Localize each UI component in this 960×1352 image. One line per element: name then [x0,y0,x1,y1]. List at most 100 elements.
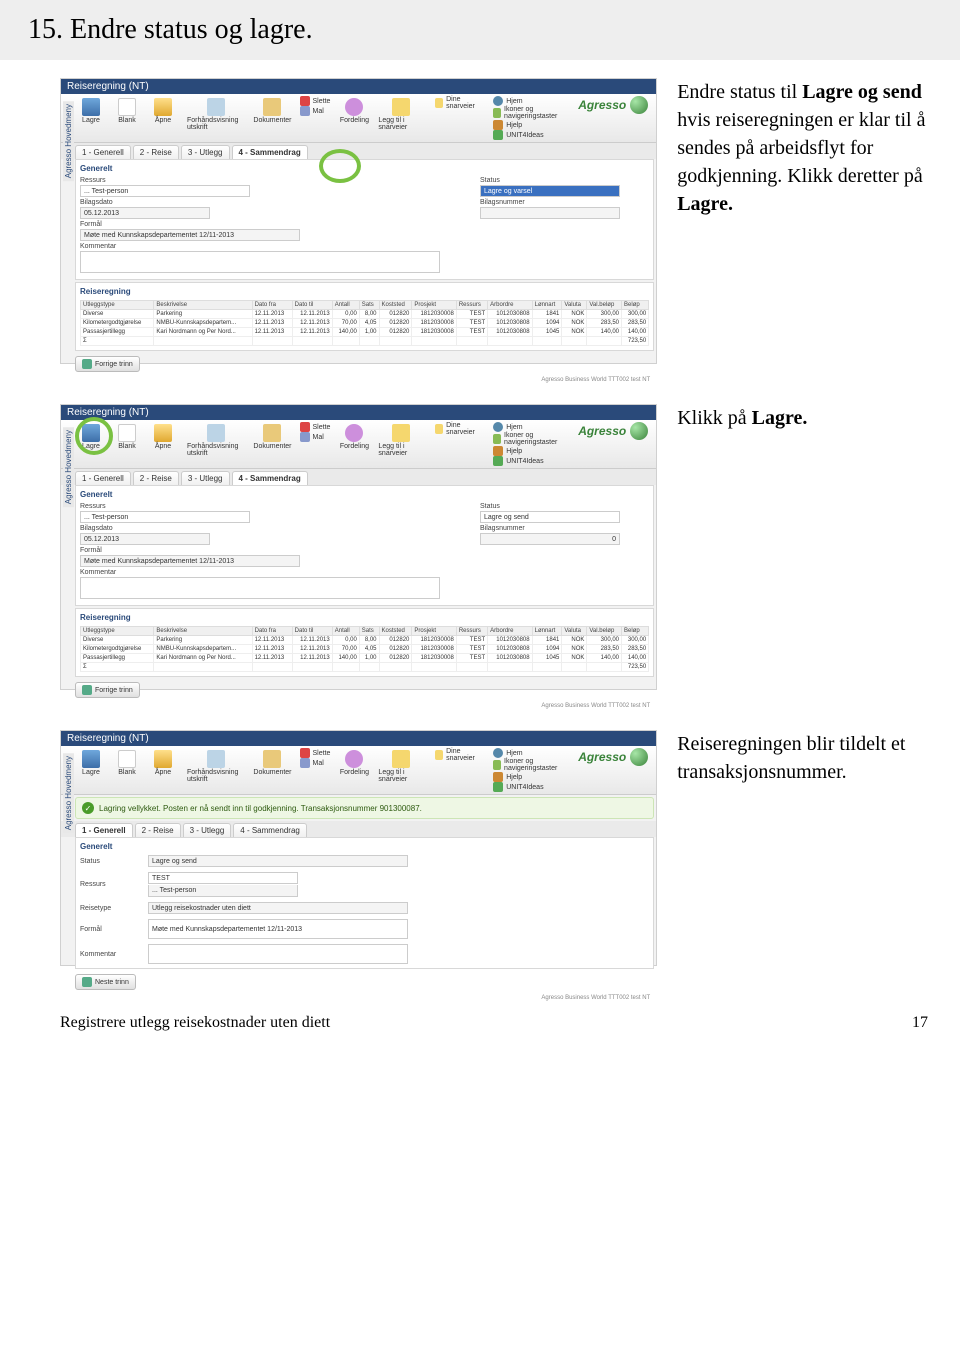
tab-reise[interactable]: 2 - Reise [133,471,179,485]
formal-field: Møte med Kunnskapsdepartementet 12/11-20… [80,229,300,241]
success-message: ✓ Lagring vellykket. Posten er nå sendt … [75,797,654,819]
check-icon: ✓ [82,802,94,814]
save-button[interactable]: Lagre [75,748,107,778]
previous-step-button[interactable]: Forrige trinn [75,682,140,698]
template-button[interactable]: Mal [313,108,324,115]
col-valbelop: Val.beløp [587,301,622,310]
sidebar-label: Agresso Hovedmeny [63,101,74,181]
distribution-button[interactable]: Fordeling [338,422,370,452]
bilagsdato-field: 05.12.2013 [80,207,210,219]
col-antall: Antall [332,301,359,310]
kommentar-field[interactable] [148,944,408,964]
icons-help[interactable]: Ikoner og navigeringstaster [504,432,570,446]
caption-2: Klikk på Lagre. [677,404,936,432]
window-title: Reiseregning (NT) [61,405,656,420]
open-button[interactable]: Åpne [147,422,179,452]
tab-utlegg[interactable]: 3 - Utlegg [181,145,230,159]
table-row[interactable]: DiverseParkering12.11.201312.11.20130,00… [81,636,649,645]
add-shortcut-button[interactable]: Legg til i snarveier [374,96,427,133]
status-dropdown[interactable]: Lagre og send [480,511,620,523]
col-datotil: Dato til [292,301,332,310]
blank-button[interactable]: Blank [111,96,143,126]
tab-generell[interactable]: 1 - Generell [75,823,133,837]
tab-sammendrag[interactable]: 4 - Sammendrag [233,823,307,837]
col-datofra: Dato fra [252,301,292,310]
table-row[interactable]: KilometergodtgjørelseNMBU-Kunnskapsdepar… [81,319,649,328]
table-row[interactable]: PassasjertilleggKari Nordmann og Per Nor… [81,654,649,663]
next-step-button[interactable]: Neste trinn [75,974,136,990]
col-arbordre: Arbordre [488,301,532,310]
tab-generell[interactable]: 1 - Generell [75,471,131,485]
home-button[interactable]: Hjem [506,98,522,105]
distribution-button[interactable]: Fordeling [338,96,370,126]
print-preview-button[interactable]: Forhåndsvisning utskrift [183,748,249,785]
bilagsnummer-field [480,207,620,219]
shortcuts-menu[interactable]: Dine snarveier [446,96,481,110]
blank-button[interactable]: Blank [111,422,143,452]
section-2: Agresso Hovedmeny Reiseregning (NT) Lagr… [0,386,960,712]
open-button[interactable]: Åpne [147,748,179,778]
tab-sammendrag[interactable]: 4 - Sammendrag [232,471,308,485]
add-shortcut-button[interactable]: Legg til i snarveier [374,748,427,785]
documents-button[interactable]: Dokumenter [253,748,291,778]
tab-reise[interactable]: 2 - Reise [133,145,179,159]
documents-button[interactable]: Dokumenter [253,422,291,452]
col-ressurs: Ressurs [456,627,487,636]
distribution-button[interactable]: Fordeling [338,748,370,778]
icons-help[interactable]: Ikoner og navigeringstaster [504,106,570,120]
delete-button[interactable]: Slette [313,424,331,431]
print-preview-button[interactable]: Forhåndsvisning utskrift [183,422,249,459]
reiseregning-table-panel: Reiseregning UtleggstypeBeskrivelseDato … [75,282,654,351]
tab-utlegg[interactable]: 3 - Utlegg [183,823,232,837]
print-preview-button[interactable]: Forhåndsvisning utskrift [183,96,249,133]
table-row[interactable]: DiverseParkering12.11.201312.11.20130,00… [81,310,649,319]
col-sats: Sats [359,627,379,636]
col-lonnart: Lønnart [532,627,562,636]
tab-utlegg[interactable]: 3 - Utlegg [181,471,230,485]
save-button[interactable]: Lagre [75,96,107,126]
formal-field[interactable]: Møte med Kunnskapsdepartementet 12/11-20… [148,919,408,939]
table-row[interactable]: PassasjertilleggKari Nordmann og Per Nor… [81,328,649,337]
delete-button[interactable]: Slette [313,98,331,105]
previous-step-button[interactable]: Forrige trinn [75,356,140,372]
shortcuts-menu[interactable]: Dine snarveier [446,422,481,436]
tab-reise[interactable]: 2 - Reise [135,823,181,837]
col-ressurs: Ressurs [456,301,487,310]
status-bar: Agresso Business World TTT002 test NT [61,375,656,385]
col-beskrivelse: Beskrivelse [154,301,252,310]
ressurs-field[interactable]: ... Test-person [80,185,250,197]
window-title: Reiseregning (NT) [61,731,656,746]
open-button[interactable]: Åpne [147,96,179,126]
status-dropdown[interactable]: Lagre og varsel [480,185,620,197]
help-button[interactable]: Hjelp [506,122,522,129]
page-title: 15. Endre status og lagre. [0,0,960,60]
sum-row: Σ723,50 [81,663,649,672]
brand-logo: Agresso [578,422,652,440]
ressurs-field[interactable]: ... Test-person [80,511,250,523]
col-prosjekt: Prosjekt [412,627,456,636]
home-button[interactable]: Hjem [506,424,522,431]
brand-logo: Agresso [578,96,652,114]
template-button[interactable]: Mal [313,434,324,441]
section-3: Agresso Hovedmeny Reiseregning (NT) Lagr… [0,712,960,988]
col-beskrivelse: Beskrivelse [154,627,252,636]
tab-generell[interactable]: 1 - Generell [75,145,131,159]
tab-sammendrag[interactable]: 4 - Sammendrag [232,145,308,159]
kommentar-field[interactable] [80,577,440,599]
blank-button[interactable]: Blank [111,748,143,778]
table-row[interactable]: KilometergodtgjørelseNMBU-Kunnskapsdepar… [81,645,649,654]
help-button[interactable]: Hjelp [506,448,522,455]
kommentar-field[interactable] [80,251,440,273]
documents-button[interactable]: Dokumenter [253,96,291,126]
col-utleggstype: Utleggstype [81,301,154,310]
expense-table: UtleggstypeBeskrivelseDato fraDato tilAn… [80,300,649,346]
col-koststed: Koststed [379,301,412,310]
add-shortcut-button[interactable]: Legg til i snarveier [374,422,427,459]
caption-3: Reiseregningen blir tildelt et transaksj… [677,730,936,786]
generelt-panel: Generelt Ressurs... Test-person Bilagsda… [75,159,654,280]
unit4-link[interactable]: UNIT4Ideas [506,132,543,139]
unit4-link[interactable]: UNIT4Ideas [506,458,543,465]
ressurs-code-field[interactable]: TEST [148,872,298,884]
col-utleggstype: Utleggstype [81,627,154,636]
col-arbordre: Arbordre [488,627,532,636]
